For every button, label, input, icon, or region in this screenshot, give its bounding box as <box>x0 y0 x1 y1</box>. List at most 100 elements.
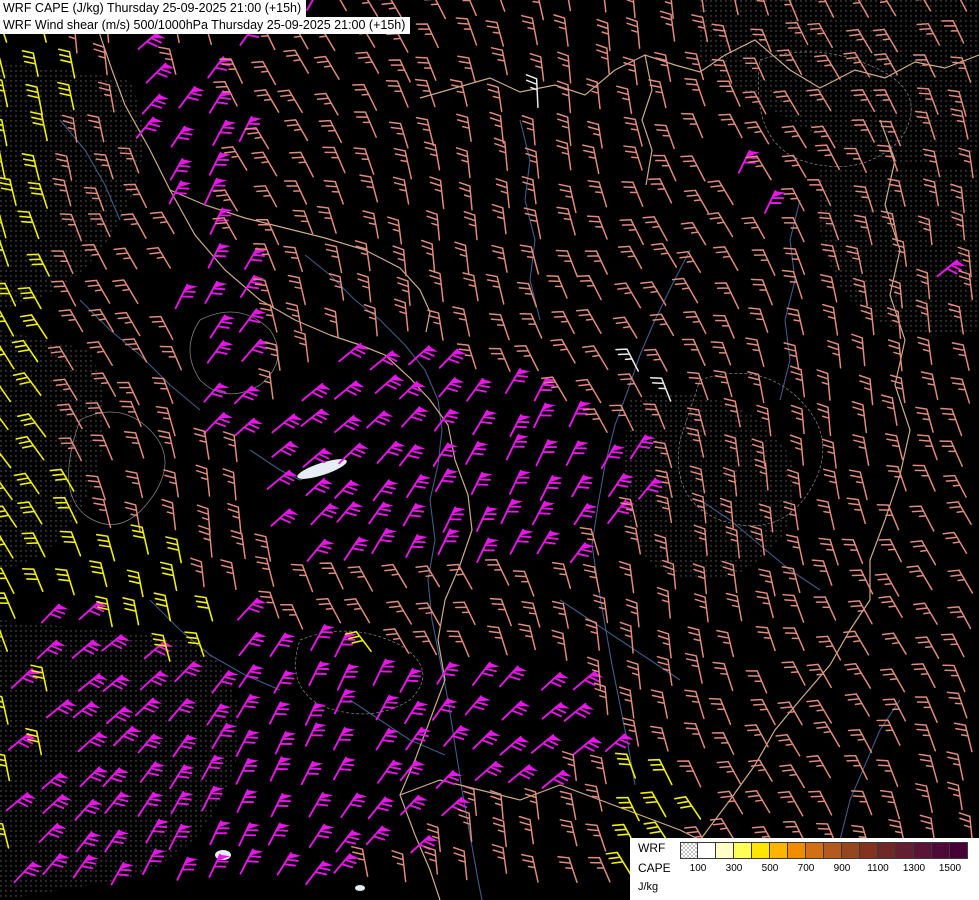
wind-barb <box>577 306 601 338</box>
barb-staff <box>816 141 840 174</box>
barb-staff <box>886 431 903 461</box>
wind-barb <box>394 176 409 206</box>
wind-barb <box>236 756 258 788</box>
barb-staff <box>405 702 427 729</box>
barb-staff <box>783 267 802 301</box>
wind-barb <box>239 821 260 850</box>
wind-barb <box>338 662 360 694</box>
lake <box>355 885 365 891</box>
barb-staff <box>492 203 506 235</box>
wind-barb <box>235 384 261 410</box>
barb-staff <box>97 532 115 563</box>
wind-barb <box>558 51 571 83</box>
barb-staff <box>294 330 308 363</box>
wind-barb <box>337 500 363 528</box>
barb-staff <box>519 815 533 845</box>
wind-barb <box>309 790 333 821</box>
barb-staff <box>907 562 932 594</box>
barb-staff <box>425 846 438 875</box>
wind-barb <box>684 308 706 338</box>
barb-staff <box>115 309 139 341</box>
barb-staff <box>952 341 969 373</box>
barb-staff <box>595 682 608 715</box>
barb-staff <box>615 279 640 312</box>
barb-pennant <box>424 344 438 358</box>
barb-staff <box>269 824 289 850</box>
barb-staff <box>486 18 503 48</box>
barb-staff <box>125 429 144 461</box>
barb-staff <box>458 54 475 85</box>
wind-barb <box>509 763 538 789</box>
barb-staff <box>457 147 470 179</box>
wind-barb <box>714 368 732 399</box>
wind-barb <box>496 178 509 209</box>
wind-barb <box>241 273 265 302</box>
wind-barb <box>718 788 742 819</box>
barb-staff <box>557 139 571 171</box>
barb-staff <box>591 754 606 786</box>
barb-staff <box>317 204 336 236</box>
wind-barb <box>807 752 830 783</box>
wind-barb <box>493 817 506 848</box>
wind-barb <box>373 657 396 689</box>
barb-staff <box>477 507 497 535</box>
wind-barb <box>543 701 570 726</box>
wind-barb <box>510 527 533 558</box>
barb-staff <box>818 403 831 437</box>
barb-staff <box>718 788 742 819</box>
wind-barb <box>749 305 768 336</box>
wind-barb <box>817 369 830 401</box>
wind-barb <box>317 204 336 236</box>
barb-staff <box>394 146 411 180</box>
barb-staff <box>453 598 475 628</box>
barb-staff <box>526 0 543 22</box>
barb-staff <box>416 76 435 109</box>
wind-barb <box>252 58 275 90</box>
wind-barb <box>877 757 898 790</box>
wind-barb <box>447 627 469 660</box>
barb-staff <box>916 633 939 663</box>
wind-barb <box>213 118 236 149</box>
wind-barb <box>543 769 572 796</box>
barb-staff <box>596 44 609 75</box>
barb-staff <box>751 695 775 729</box>
wind-barb <box>752 276 773 309</box>
wind-barb <box>551 336 575 368</box>
wind-barb <box>536 437 558 469</box>
wind-barb <box>123 596 138 627</box>
barb-staff <box>151 208 174 238</box>
wind-barb <box>916 633 939 663</box>
wind-barb <box>552 308 574 338</box>
barb-staff <box>176 285 197 313</box>
wind-barb <box>532 733 562 760</box>
wind-barb <box>473 408 497 439</box>
wind-barb <box>341 791 367 823</box>
barb-staff <box>552 308 574 338</box>
wind-barb <box>464 211 477 241</box>
wind-barb <box>746 152 771 184</box>
wind-barb <box>311 623 335 655</box>
wind-barb <box>492 203 506 235</box>
wind-barb <box>654 151 676 184</box>
wind-barb <box>560 817 577 848</box>
barb-staff <box>554 14 568 48</box>
wind-barb <box>547 272 567 302</box>
barb-staff <box>782 185 804 216</box>
barb-staff <box>324 177 343 207</box>
barb-staff <box>513 567 533 599</box>
legend-colorbar <box>680 842 968 859</box>
barb-pennant <box>326 502 340 516</box>
barb-staff <box>620 216 643 249</box>
wind-barb <box>711 338 730 368</box>
barb-staff <box>746 787 770 818</box>
wind-barb <box>437 769 463 795</box>
barb-staff <box>526 74 538 107</box>
barb-staff <box>553 560 571 591</box>
barb-staff <box>918 432 937 463</box>
barb-staff <box>809 787 832 819</box>
barb-staff <box>223 468 236 501</box>
barb-pennant <box>446 407 460 421</box>
barb-staff <box>285 116 308 145</box>
barb-staff <box>712 729 733 759</box>
wind-barb <box>746 667 766 697</box>
